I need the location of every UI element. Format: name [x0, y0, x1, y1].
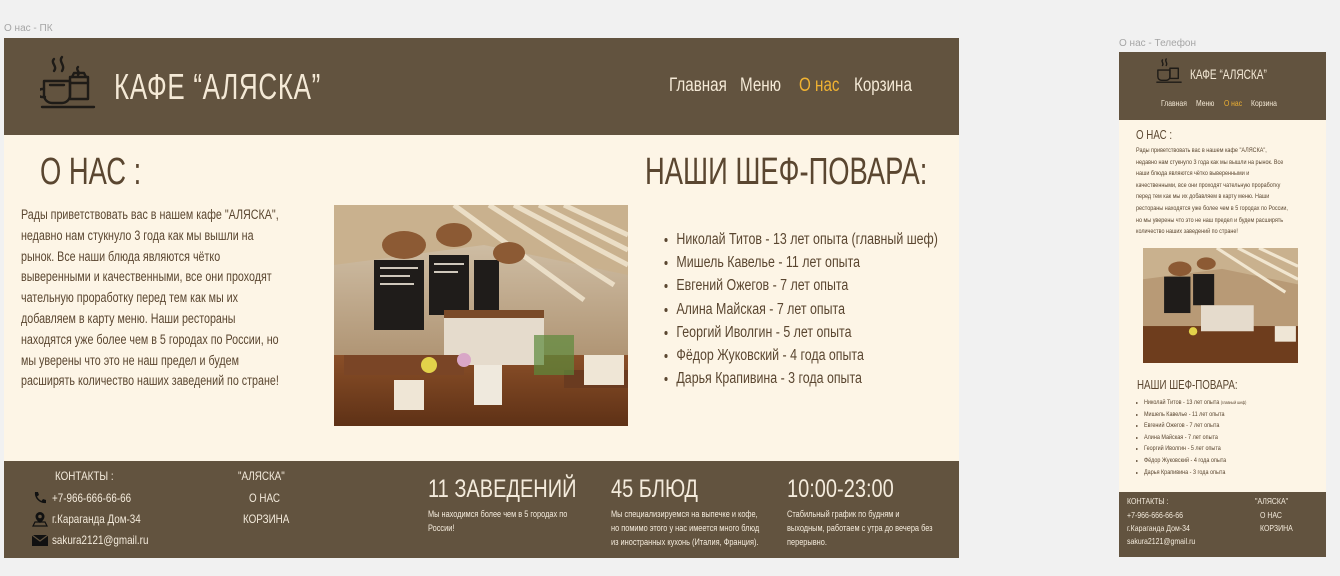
desktop-frame-label: О нас - ПК — [4, 23, 53, 34]
about-line: недавно нам стукнуло 3 года как мы вышли… — [21, 227, 254, 243]
mobile-cafe-photo — [1143, 248, 1298, 363]
chef-item: Фёдор Жуковский - 4 года опыта — [676, 344, 937, 367]
cafe-interior-photo — [334, 205, 628, 426]
mobile-nav-home[interactable]: Главная — [1161, 98, 1187, 108]
mobile-chefs-list: Николай Титов - 13 лет опыта (главный ше… — [1136, 397, 1246, 478]
mobile-nav-cart[interactable]: Корзина — [1251, 98, 1277, 108]
site-header: КАФЕ “АЛЯСКА” Главная Меню О нас Корзина — [4, 38, 959, 135]
chef-item: Евгений Ожегов - 7 лет опыта — [676, 274, 937, 297]
footer-about-link[interactable]: О НАС — [249, 491, 280, 505]
mobile-address-text: г.Караганда Дом-34 — [1127, 523, 1190, 533]
chef-item: Мишель Кавелье - 11 лет опыта — [1144, 409, 1246, 421]
mail-icon — [32, 535, 48, 546]
stat-line: России! — [428, 523, 455, 533]
stat-line: Стабильный график по будням и — [787, 509, 900, 519]
mobile-site-title: КАФЕ “АЛЯСКА” — [1190, 66, 1267, 82]
stat-line: перерывно. — [787, 537, 827, 547]
stat-title-hours: 10:00-23:00 — [787, 475, 894, 503]
desktop-page: КАФЕ “АЛЯСКА” Главная Меню О нас Корзина… — [4, 38, 959, 558]
chef-item: Георгий Иволгин - 5 лет опыта — [676, 321, 937, 344]
about-line: перед тем как мы их добавляем в карту ме… — [1136, 193, 1270, 201]
mobile-header: КАФЕ “АЛЯСКА” Главная Меню О нас Корзина — [1119, 52, 1326, 120]
mobile-page: КАФЕ “АЛЯСКА” Главная Меню О нас Корзина… — [1119, 52, 1326, 557]
chef-item-text: Николай Титов - 13 лет опыта — [1144, 399, 1221, 406]
footer-brand: "АЛЯСКА" — [238, 469, 285, 483]
phone-icon — [34, 492, 46, 504]
footer-cart-link[interactable]: КОРЗИНА — [243, 512, 289, 526]
mobile-nav-menu[interactable]: Меню — [1196, 98, 1214, 108]
map-pin-icon — [32, 512, 48, 527]
about-line: расширять количество наших заведений по … — [21, 373, 279, 389]
about-line: недавно нам стукнуло 3 года как мы вышли… — [1136, 158, 1284, 166]
stat-text-hours: Стабильный график по будням и выходным, … — [787, 507, 933, 549]
about-line: рынок. Все наши блюда являются чётко — [21, 248, 221, 264]
chef-item: Мишель Кавелье - 11 лет опыта — [676, 251, 937, 274]
about-line: добавляем в карту меню. Наши рестораны — [21, 310, 236, 326]
stat-text-venues: Мы находимся более чем в 5 городах по Ро… — [428, 507, 567, 535]
about-line: чательную проработку перед тем как мы их — [21, 290, 239, 306]
about-line: Рады приветствовать вас в нашем кафе "АЛ… — [21, 207, 279, 222]
mobile-footer-about[interactable]: О НАС — [1260, 510, 1282, 520]
address-text: г.Караганда Дом-34 — [52, 512, 141, 526]
mobile-footer-brand: "АЛЯСКА" — [1255, 496, 1289, 506]
chef-item: Николай Титов - 13 лет опыта (главный ше… — [1144, 397, 1246, 409]
mobile-contacts-heading: КОНТАКТЫ : — [1127, 496, 1169, 506]
chef-item: Евгений Ожегов - 7 лет опыта — [1144, 420, 1246, 432]
coffee-cup-logo-icon — [1156, 58, 1182, 83]
chef-item: Алина Майская - 7 лет опыта — [1144, 432, 1246, 444]
about-line: мы уверены что это не наш предел и будем — [21, 352, 239, 368]
mobile-phone-link[interactable]: +7-966-666-66-66 — [1127, 510, 1183, 520]
site-footer: КОНТАКТЫ : +7-966-666-66-66 г.Караганда … — [4, 461, 959, 558]
stat-title-dishes: 45 БЛЮД — [611, 475, 698, 503]
nav-home-link[interactable]: Главная — [669, 75, 727, 97]
about-line: наши блюда являются чётко выверенными и — [1136, 170, 1250, 178]
mobile-nav-about[interactable]: О нас — [1224, 98, 1242, 108]
stat-line: Мы специализируемся на выпечке и кофе, — [611, 509, 758, 519]
stat-title-venues: 11 ЗАВЕДЕНИЙ — [428, 475, 577, 503]
about-heading: О НАС : — [40, 151, 142, 193]
chef-item: Дарья Крапивина - 3 года опыта — [676, 367, 937, 390]
about-line: количество наших заведений по стране! — [1136, 228, 1238, 236]
chef-item: Николай Титов - 13 лет опыта (главный ше… — [676, 228, 937, 251]
mobile-about-heading: О НАС : — [1136, 127, 1173, 142]
chef-item: Дарья Крапивина - 3 года опыта — [1144, 467, 1246, 479]
site-title: КАФЕ “АЛЯСКА” — [114, 66, 322, 107]
chef-item: Георгий Иволгин - 5 лет опыта — [1144, 443, 1246, 455]
about-line: Рады приветствовать вас в нашем кафе "АЛ… — [1136, 147, 1267, 154]
about-line: качественными, все они проходят чательну… — [1136, 181, 1281, 189]
mobile-footer-cart[interactable]: КОРЗИНА — [1260, 523, 1293, 533]
chef-item: Фёдор Жуковский - 4 года опыта — [1144, 455, 1246, 467]
chef-item-note: (главный шеф) — [1220, 400, 1247, 405]
mobile-about-text: Рады приветствовать вас в нашем кафе "АЛ… — [1136, 145, 1288, 238]
about-text: Рады приветствовать вас в нашем кафе "АЛ… — [21, 205, 301, 392]
stat-text-dishes: Мы специализируемся на выпечке и кофе, н… — [611, 507, 759, 549]
nav-about-link[interactable]: О нас — [799, 75, 840, 97]
stat-line: Мы находимся более чем в 5 городах по — [428, 509, 568, 519]
nav-menu-link[interactable]: Меню — [740, 75, 781, 97]
stat-line: выходным, работаем с утра до вечера без — [787, 523, 933, 533]
contacts-heading: КОНТАКТЫ : — [55, 469, 114, 483]
coffee-cup-logo-icon — [40, 55, 96, 109]
chef-item: Алина Майская - 7 лет опыта — [676, 298, 937, 321]
stat-line: но помимо этого у нас имеется много блюд — [611, 523, 760, 533]
email-link[interactable]: sakura2121@gmail.ru — [52, 533, 148, 547]
about-line: выверенными и качественными, все они про… — [21, 269, 272, 285]
stat-line: из иностранных кухонь (Италия, Франция). — [611, 537, 759, 547]
about-line: но мы уверены что это не наш предел и бу… — [1136, 216, 1284, 224]
about-line: рестораны находятся уже более чем в 5 го… — [1136, 204, 1288, 212]
phone-link[interactable]: +7-966-666-66-66 — [52, 491, 131, 505]
mobile-chefs-heading: НАШИ ШЕФ-ПОВАРА: — [1137, 377, 1238, 392]
nav-cart-link[interactable]: Корзина — [854, 75, 912, 97]
mobile-footer: КОНТАКТЫ : +7-966-666-66-66 г.Караганда … — [1119, 492, 1326, 557]
mobile-email-link[interactable]: sakura2121@gmail.ru — [1127, 536, 1195, 546]
mobile-frame-label: О нас - Телефон — [1119, 38, 1197, 49]
chefs-heading: НАШИ ШЕФ-ПОВАРА: — [645, 151, 928, 193]
chefs-list: Николай Титов - 13 лет опыта (главный ше… — [662, 228, 937, 390]
about-line: находятся уже более чем в 5 городах по Р… — [21, 331, 279, 347]
